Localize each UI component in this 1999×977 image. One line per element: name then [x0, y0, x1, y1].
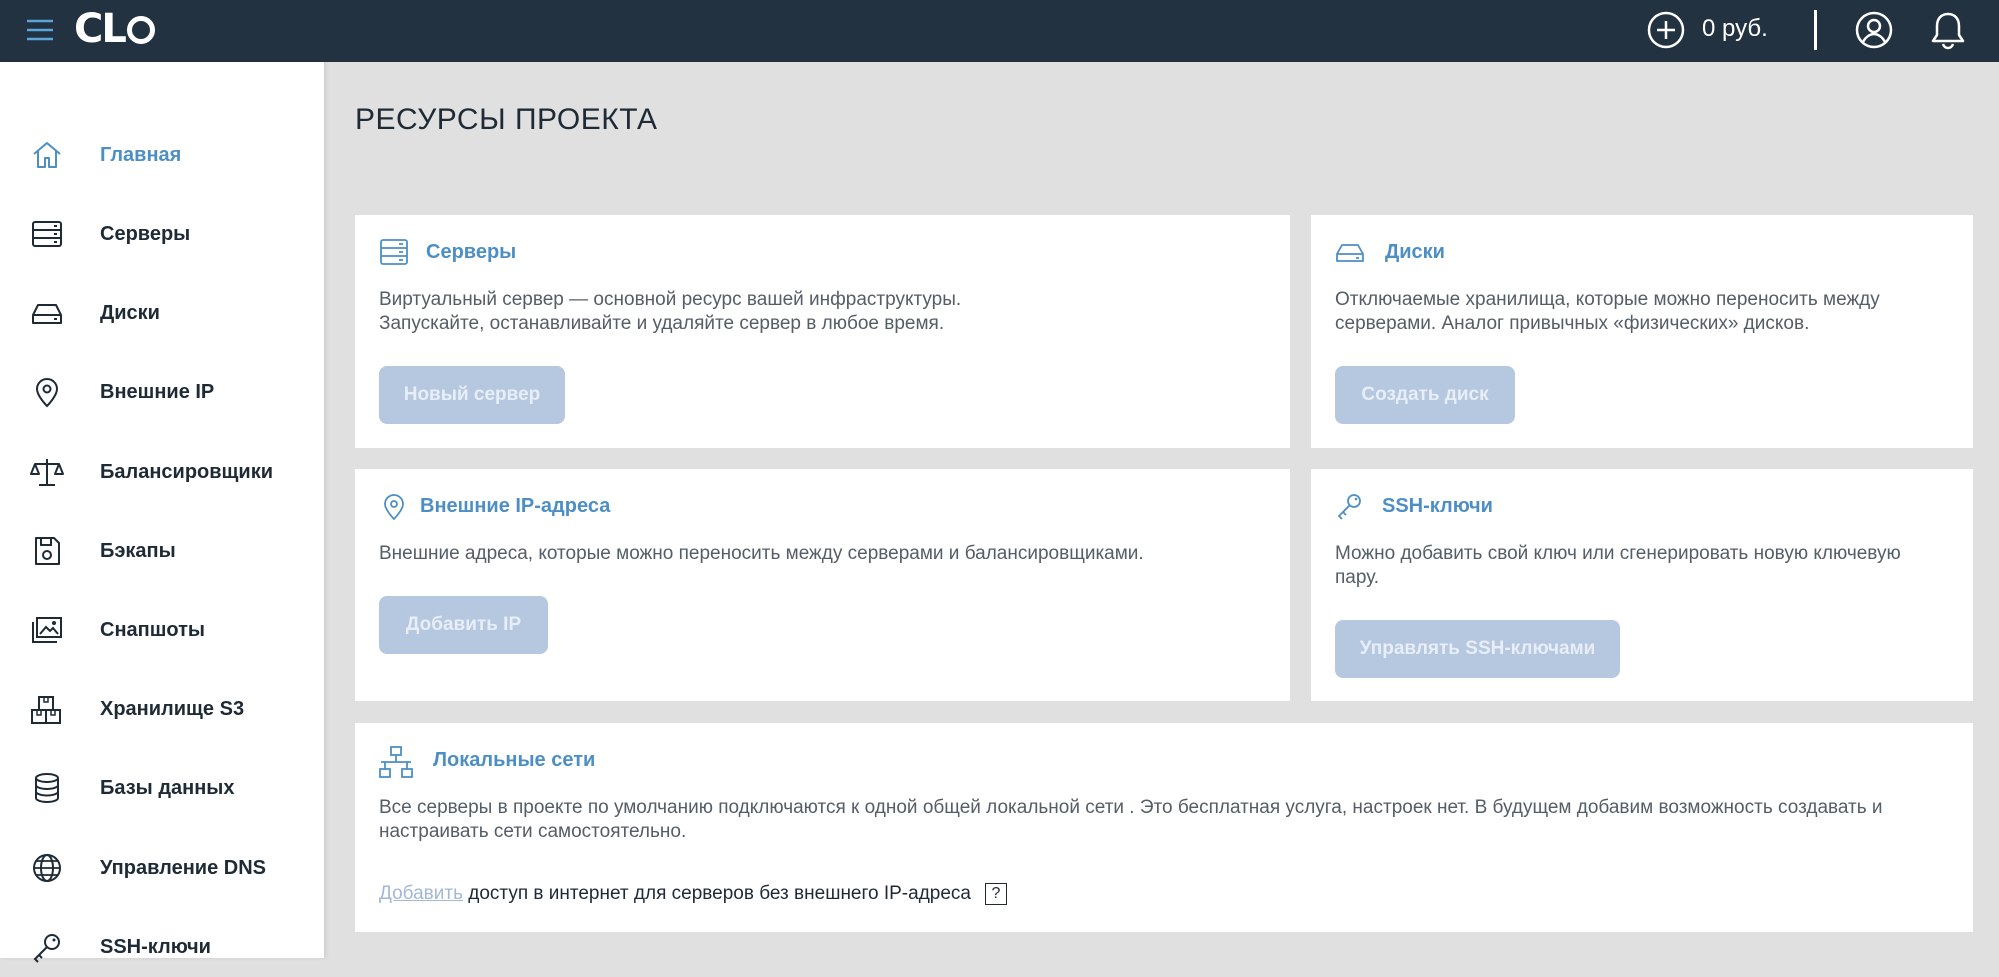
ssh-keys-card-description: Можно добавить свой ключ или сгенерирова… — [1335, 542, 1901, 590]
add-ip-button[interactable]: Добавить IP — [379, 596, 548, 654]
sidebar-item-dns[interactable]: Управление DNS — [0, 838, 324, 898]
manage-ssh-keys-button[interactable]: Управлять SSH-ключами — [1335, 620, 1620, 678]
sidebar-item-label: Балансировщики — [100, 461, 274, 483]
sidebar-item-ssh-keys[interactable]: SSH-ключи — [0, 917, 324, 977]
description-line: Внешние адреса, которые можно переносить… — [379, 543, 1144, 564]
new-server-button[interactable]: Новый сервер — [379, 366, 565, 424]
sidebar-item-label: Диски — [100, 302, 160, 324]
local-networks-card-title[interactable]: Локальные сети — [433, 749, 595, 772]
description-line: Отключаемые хранилища, которые можно пер… — [1335, 289, 1880, 310]
sidebar-item-label: Хранилище S3 — [100, 698, 245, 720]
description-line: пару. — [1335, 567, 1380, 588]
ssh-keys-card: SSH-ключи Можно добавить свой ключ или с… — [1311, 469, 1973, 701]
servers-card: Серверы Виртуальный сервер — основной ре… — [355, 215, 1290, 448]
sidebar-item-external-ip[interactable]: Внешние IP — [0, 362, 324, 422]
sidebar-item-label: Базы данных — [100, 777, 235, 799]
external-ips-card-title[interactable]: Внешние IP-адреса — [420, 495, 610, 518]
disks-card-description: Отключаемые хранилища, которые можно пер… — [1335, 288, 1880, 336]
sidebar: Главная Серверы Диски Внешние IP Баланси… — [0, 62, 324, 963]
sidebar-item-s3-storage[interactable]: Хранилище S3 — [0, 679, 324, 739]
key-icon — [1337, 494, 1361, 520]
description-line: серверами. Аналог привычных «физических»… — [1335, 313, 1810, 334]
disks-card-title[interactable]: Диски — [1385, 241, 1445, 264]
header-divider — [1814, 10, 1817, 50]
disk-icon — [32, 304, 62, 324]
ssh-keys-card-title[interactable]: SSH-ключи — [1382, 495, 1493, 518]
sidebar-item-label: Главная — [100, 144, 182, 166]
sidebar-item-label: Внешние IP — [100, 381, 215, 403]
description-line: настраивать сети самостоятельно. — [379, 821, 687, 842]
description-line: Запускайте, останавливайте и удаляйте се… — [379, 313, 945, 334]
external-ips-card: Внешние IP-адреса Внешние адреса, которы… — [355, 469, 1290, 701]
servers-card-description: Виртуальный сервер — основной ресурс ваш… — [379, 288, 961, 336]
local-networks-card-description: Все серверы в проекте по умолчанию подкл… — [379, 796, 1883, 844]
sidebar-item-home[interactable]: Главная — [0, 125, 324, 185]
sidebar-item-disks[interactable]: Диски — [0, 283, 324, 343]
create-disk-button[interactable]: Создать диск — [1335, 366, 1515, 424]
sidebar-item-label: Бэкапы — [100, 540, 176, 562]
disk-icon — [1336, 244, 1364, 262]
logo[interactable]: CL — [74, 6, 155, 52]
balance-label[interactable]: 0 руб. — [1702, 15, 1768, 43]
key-icon — [33, 934, 60, 963]
help-icon[interactable]: ? — [985, 883, 1007, 905]
menu-icon[interactable] — [24, 14, 56, 46]
sidebar-item-label: Управление DNS — [100, 857, 266, 879]
storage-icon — [31, 696, 61, 724]
location-pin-icon — [35, 378, 59, 408]
snapshot-icon — [32, 617, 62, 643]
network-icon — [379, 746, 413, 778]
home-icon — [33, 142, 61, 168]
notifications-bell-icon[interactable] — [1927, 9, 1969, 51]
servers-card-title[interactable]: Серверы — [426, 241, 516, 264]
internet-access-note: Добавить доступ в интернет для серверов … — [379, 883, 1007, 905]
server-icon — [32, 221, 62, 247]
sidebar-item-servers[interactable]: Серверы — [0, 204, 324, 264]
top-bar: CL 0 руб. — [0, 0, 1999, 62]
external-ips-card-description: Внешние адреса, которые можно переносить… — [379, 542, 1144, 566]
sidebar-item-databases[interactable]: Базы данных — [0, 758, 324, 818]
local-networks-card: Локальные сети Все серверы в проекте по … — [355, 723, 1973, 932]
sidebar-item-backups[interactable]: Бэкапы — [0, 521, 324, 581]
description-line: Виртуальный сервер — основной ресурс ваш… — [379, 289, 962, 310]
description-line: Все серверы в проекте по умолчанию подкл… — [379, 797, 1883, 818]
sidebar-item-balancers[interactable]: Балансировщики — [0, 442, 324, 502]
page-title: РЕСУРСЫ ПРОЕКТА — [355, 103, 658, 136]
disks-card: Диски Отключаемые хранилища, которые мож… — [1311, 215, 1973, 448]
internet-access-text: доступ в интернет для серверов без внешн… — [462, 883, 971, 905]
sidebar-item-label: Снапшоты — [100, 619, 205, 641]
globe-icon — [33, 854, 61, 882]
description-line: Можно добавить свой ключ или сгенерирова… — [1335, 543, 1901, 564]
server-icon — [380, 239, 408, 265]
scales-icon — [30, 459, 64, 486]
sidebar-item-snapshots[interactable]: Снапшоты — [0, 600, 324, 660]
location-pin-icon — [384, 494, 404, 521]
add-internet-access-link[interactable]: Добавить — [379, 883, 463, 904]
profile-icon[interactable] — [1854, 10, 1894, 50]
sidebar-item-label: SSH-ключи — [100, 936, 211, 958]
sidebar-item-label: Серверы — [100, 223, 191, 245]
backup-icon — [35, 537, 60, 565]
database-icon — [35, 773, 59, 804]
add-funds-icon[interactable] — [1646, 10, 1686, 50]
